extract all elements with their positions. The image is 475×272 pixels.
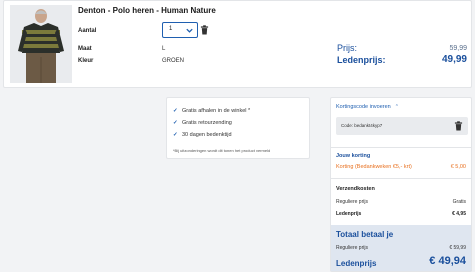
- benefits-box: ✓ Gratis afhalen in de winkel * ✓ Gratis r…: [166, 97, 310, 159]
- shipping-regular-label: Reguliere prijs: [336, 199, 368, 205]
- check-icon: ✓: [173, 132, 178, 138]
- shipping-title: Verzendkosten: [336, 186, 375, 192]
- benefit-item: ✓ 30 dagen bedenktijd: [173, 132, 232, 138]
- member-price-label: Ledenprijs:: [337, 55, 386, 65]
- discount-line-label: Korting (Bedankweken €5,- krt): [336, 164, 412, 170]
- total-title: Totaal betaal je: [336, 230, 394, 239]
- member-price-value: 49,99: [441, 54, 467, 65]
- cart-page: Denton - Polo heren - Human Nature Aanta…: [0, 0, 475, 272]
- benefit-item: ✓ Gratis afhalen in de winkel *: [173, 108, 251, 114]
- benefits-note: *Bij uitzonderingen wordt dit tonen het …: [173, 148, 271, 153]
- price-value: 59,99: [449, 45, 467, 52]
- price-label: Prijs:: [337, 43, 357, 53]
- order-summary: Kortingscode invoeren ⌃ Code: bedankt4kyp…: [330, 97, 472, 272]
- your-discount-title: Jouw korting: [336, 153, 371, 159]
- check-icon: ✓: [173, 108, 178, 114]
- size-label: Maat: [78, 46, 92, 52]
- shipping-member-label: Ledenprijs: [336, 211, 362, 217]
- size-value: L: [162, 46, 166, 52]
- cart-item: Denton - Polo heren - Human Nature Aanta…: [3, 0, 472, 88]
- total-regular-label: Reguliere prijs: [336, 245, 368, 251]
- trash-icon[interactable]: [200, 25, 209, 35]
- quantity-value: 1: [169, 26, 173, 32]
- color-value: GROEN: [162, 58, 185, 64]
- your-discount-section: Jouw korting Korting (Bedankweken €5,- k…: [331, 147, 471, 175]
- product-title[interactable]: Denton - Polo heren - Human Nature: [78, 6, 216, 15]
- trash-icon[interactable]: [454, 121, 463, 131]
- quantity-select[interactable]: 1: [162, 22, 198, 38]
- applied-discount-code: Code: bedankt4kyp7: [336, 117, 468, 135]
- product-image[interactable]: [10, 5, 72, 83]
- chevron-up-icon: ⌃: [394, 104, 399, 110]
- benefit-item: ✓ Gratis retourzending: [173, 120, 232, 126]
- total-section: Totaal betaal je Reguliere prijs € 59,99…: [331, 225, 471, 271]
- discount-code-toggle[interactable]: Kortingscode invoeren ⌃: [336, 104, 399, 110]
- discount-line-amount: € 5,00: [450, 164, 466, 170]
- total-regular-value: € 59,99: [449, 245, 466, 251]
- chevron-down-icon: [186, 28, 193, 33]
- color-label: Kleur: [78, 58, 94, 64]
- total-member-value: € 49,94: [429, 255, 466, 267]
- shipping-regular-value: Gratis: [452, 199, 466, 205]
- check-icon: ✓: [173, 120, 178, 126]
- shipping-section: Verzendkosten Reguliere prijs Gratis Led…: [331, 178, 471, 224]
- shipping-member-value: € 4,95: [452, 211, 466, 217]
- total-member-label: Ledenprijs: [336, 259, 377, 268]
- discount-code-text: Code: bedankt4kyp7: [341, 123, 383, 128]
- quantity-label: Aantal: [78, 28, 97, 34]
